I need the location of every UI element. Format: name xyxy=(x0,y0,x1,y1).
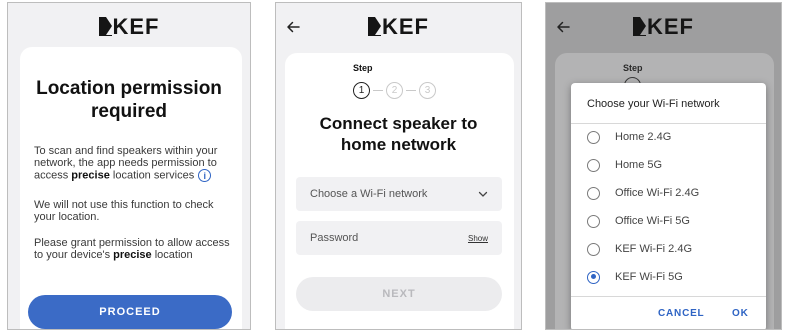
ok-button[interactable]: OK xyxy=(732,308,749,319)
wifi-option[interactable]: Office Wi-Fi 5G xyxy=(587,211,690,231)
wifi-option-label: Office Wi-Fi 5G xyxy=(615,215,690,227)
wifi-network-select[interactable]: Choose a Wi-Fi network xyxy=(296,177,502,211)
wifi-option-label: Home 5G xyxy=(615,159,663,171)
privacy-note: We will not use this function to check y… xyxy=(34,199,214,223)
title-line-2: home network xyxy=(340,135,457,154)
step-label: Step xyxy=(353,63,373,73)
wifi-option-label: KEF Wi-Fi 2.4G xyxy=(615,243,693,255)
password-field[interactable]: Password Show xyxy=(296,221,502,255)
radio-icon[interactable] xyxy=(587,242,600,256)
kef-logo-text: KEF xyxy=(382,13,429,39)
chevron-down-icon xyxy=(478,191,488,197)
dialog-divider xyxy=(571,296,766,297)
show-password-link[interactable]: Show xyxy=(468,234,488,243)
wifi-option-label: Office Wi-Fi 2.4G xyxy=(615,187,700,199)
radio-icon[interactable] xyxy=(587,214,600,228)
dialog-divider xyxy=(571,123,766,124)
step-label: Step xyxy=(623,63,643,73)
connect-network-screen: KEF Step 1 2 3 Connect speaker to home n… xyxy=(275,2,522,330)
wifi-option[interactable]: Office Wi-Fi 2.4G xyxy=(587,183,699,203)
wifi-option[interactable]: KEF Wi-Fi 2.4G xyxy=(587,239,692,259)
wifi-network-placeholder: Choose a Wi-Fi network xyxy=(310,188,428,200)
radio-selected-icon[interactable] xyxy=(587,270,600,284)
wifi-picker-screen: KEF Step Choose your Wi-Fi network Home … xyxy=(545,2,782,330)
radio-icon[interactable] xyxy=(587,158,600,172)
step-2-indicator: 2 xyxy=(386,82,403,99)
wifi-option-selected[interactable]: KEF Wi-Fi 5G xyxy=(587,267,683,287)
kef-logo-text: KEF xyxy=(647,13,694,39)
step-divider xyxy=(373,90,383,91)
grant-permission-text: Please grant permission to allow access … xyxy=(34,237,230,261)
permission-explanation: To scan and find speakers within your ne… xyxy=(34,145,218,182)
step-indicator: 1 2 3 xyxy=(353,82,436,99)
password-placeholder: Password xyxy=(310,232,359,244)
wifi-option-label: KEF Wi-Fi 5G xyxy=(615,271,683,283)
step-divider xyxy=(406,90,416,91)
step-1-indicator: 1 xyxy=(353,82,370,99)
title-line-2: required xyxy=(90,101,168,122)
wifi-option-label: Home 2.4G xyxy=(615,131,672,143)
cancel-button[interactable]: CANCEL xyxy=(658,308,704,319)
kef-logo: KEF xyxy=(546,13,781,39)
step-3-indicator: 3 xyxy=(419,82,436,99)
dialog-title: Choose your Wi-Fi network xyxy=(587,98,720,110)
info-icon[interactable]: i xyxy=(198,169,212,182)
page-title: Connect speaker to home network xyxy=(276,113,521,155)
wifi-option[interactable]: Home 5G xyxy=(587,155,662,175)
radio-icon[interactable] xyxy=(587,186,600,200)
kef-logo-text: KEF xyxy=(112,13,160,39)
next-button[interactable]: NEXT xyxy=(296,277,502,311)
kef-logo-mark-icon xyxy=(368,16,381,36)
kef-logo: KEF xyxy=(8,13,250,39)
location-permission-screen: KEF Location permission required To scan… xyxy=(7,2,251,330)
radio-icon[interactable] xyxy=(587,130,600,144)
wifi-option[interactable]: Home 2.4G xyxy=(587,127,671,147)
title-line-1: Location permission xyxy=(36,78,222,99)
kef-logo-mark-icon xyxy=(98,16,112,36)
kef-logo: KEF xyxy=(276,13,521,39)
page-title: Location permission required xyxy=(8,77,250,123)
proceed-button[interactable]: PROCEED xyxy=(28,295,232,329)
title-line-1: Connect speaker to xyxy=(319,114,478,133)
kef-logo-mark-icon xyxy=(633,16,646,36)
wifi-network-dialog: Choose your Wi-Fi network Home 2.4G Home… xyxy=(571,83,766,329)
